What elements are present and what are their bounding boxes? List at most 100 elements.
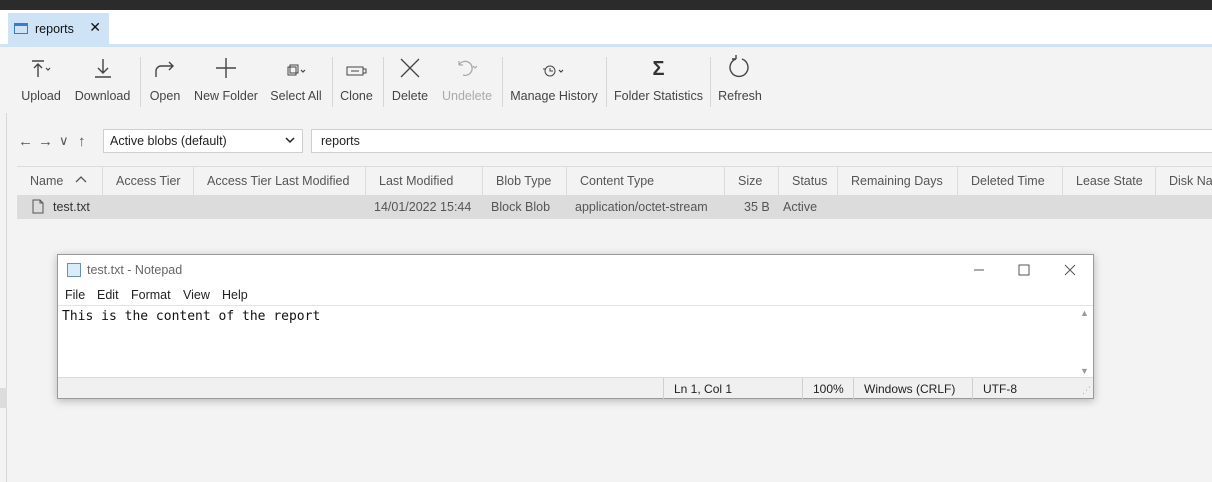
folder-statistics-button[interactable]: Σ Folder Statistics [614, 47, 703, 113]
minimize-button[interactable] [956, 259, 1002, 281]
notepad-title-bar[interactable]: test.txt - Notepad [58, 255, 1093, 285]
upload-button[interactable]: Upload [21, 47, 61, 113]
column-header-disk-name[interactable]: Disk Nam [1156, 167, 1212, 195]
up-arrow-icon[interactable]: ↑ [78, 133, 86, 150]
cell-blob-type: Block Blob [491, 200, 551, 214]
column-header-content-type[interactable]: Content Type [567, 167, 725, 195]
menu-format[interactable]: Format [131, 288, 171, 302]
toolbar-separator [383, 57, 384, 107]
table-row[interactable]: test.txt 14/01/2022 15:44 Block Blob app… [17, 195, 1212, 219]
toolbar-separator [710, 57, 711, 107]
notepad-content: This is the content of the report [62, 309, 321, 324]
blob-filter-value: Active blobs (default) [110, 134, 227, 148]
open-label: Open [149, 89, 181, 103]
delete-button[interactable]: Delete [391, 47, 429, 113]
column-header-access-tier[interactable]: Access Tier [103, 167, 194, 195]
new-folder-button[interactable]: New Folder [194, 47, 258, 113]
path-value: reports [321, 134, 360, 148]
undo-icon [454, 47, 480, 83]
cell-size: 35 B [744, 200, 770, 214]
toolbar-separator [140, 57, 141, 107]
history-icon [541, 47, 567, 83]
upload-label: Upload [21, 89, 61, 103]
plus-icon [215, 47, 237, 83]
delete-label: Delete [391, 89, 429, 103]
close-button[interactable] [1047, 259, 1093, 281]
notepad-menu-bar: File Edit Format View Help [58, 285, 1093, 305]
blob-filter-select[interactable]: Active blobs (default) [103, 129, 303, 153]
menu-file[interactable]: File [65, 288, 85, 302]
toolbar: Upload Download Open New Folder Select A… [0, 47, 1212, 113]
window-top-bar [0, 0, 1212, 10]
path-input[interactable]: reports [311, 129, 1212, 153]
column-header-blob-type[interactable]: Blob Type [483, 167, 567, 195]
notepad-status-bar: Ln 1, Col 1 100% Windows (CRLF) UTF-8 ⋰ [58, 377, 1093, 399]
column-header-label: Name [30, 174, 64, 188]
tab-label: reports [35, 21, 74, 36]
download-button[interactable]: Download [75, 47, 130, 113]
chevron-down-icon [284, 134, 296, 149]
vertical-scrollbar[interactable]: ▲ ▼ [1076, 306, 1093, 378]
status-line-endings: Windows (CRLF) [853, 378, 972, 399]
resize-grip-icon[interactable]: ⋰ [1082, 385, 1091, 396]
download-icon [93, 47, 113, 83]
notepad-window: test.txt - Notepad File Edit Format View… [57, 254, 1094, 399]
tab-strip: reports ✕ [0, 10, 1212, 44]
left-panel-marker [0, 388, 7, 408]
column-header-access-tier-last-modified[interactable]: Access Tier Last Modified [194, 167, 366, 195]
clone-icon [345, 47, 369, 83]
clone-label: Clone [340, 89, 373, 103]
select-all-button[interactable]: Select All [270, 47, 322, 113]
column-header-size[interactable]: Size [725, 167, 779, 195]
cell-name: test.txt [53, 200, 90, 214]
notepad-icon [67, 263, 81, 277]
notepad-text-area[interactable]: This is the content of the report ▲ ▼ [58, 305, 1093, 378]
close-icon[interactable]: ✕ [89, 19, 101, 36]
download-label: Download [74, 89, 131, 103]
cell-last-modified: 14/01/2022 15:44 [374, 200, 472, 214]
new-folder-label: New Folder [194, 89, 258, 103]
status-zoom: 100% [802, 378, 853, 399]
select-all-label: Select All [270, 89, 322, 103]
notepad-title: test.txt - Notepad [87, 263, 183, 277]
manage-history-button[interactable]: Manage History [510, 47, 598, 113]
navigation-row: ← → ∨ ↑ Active blobs (default) reports [0, 128, 1212, 156]
scroll-down-icon[interactable]: ▼ [1080, 366, 1089, 376]
undelete-button[interactable]: Undelete [442, 47, 492, 113]
menu-edit[interactable]: Edit [97, 288, 119, 302]
clone-button[interactable]: Clone [340, 47, 373, 113]
column-header-status[interactable]: Status [779, 167, 838, 195]
column-header-deleted-time[interactable]: Deleted Time [958, 167, 1063, 195]
forward-arrow-icon[interactable]: → [38, 133, 53, 150]
column-header-last-modified[interactable]: Last Modified [366, 167, 483, 195]
delete-icon [399, 47, 421, 83]
cell-content-type: application/octet-stream [575, 200, 708, 214]
folder-statistics-label: Folder Statistics [614, 89, 703, 103]
toolbar-separator [502, 57, 503, 107]
menu-help[interactable]: Help [222, 288, 248, 302]
back-arrow-icon[interactable]: ← [18, 133, 33, 150]
column-header-remaining-days[interactable]: Remaining Days [838, 167, 958, 195]
cell-status: Active [783, 200, 818, 214]
recent-locations-icon[interactable]: ∨ [59, 133, 69, 149]
upload-icon [30, 47, 52, 83]
refresh-icon [728, 47, 752, 83]
toolbar-separator [606, 57, 607, 107]
sigma-icon: Σ [652, 58, 665, 80]
column-header-name[interactable]: Name [17, 167, 103, 195]
menu-view[interactable]: View [183, 288, 210, 302]
open-button[interactable]: Open [149, 47, 181, 113]
status-encoding: UTF-8 [972, 378, 1072, 399]
file-icon [32, 199, 44, 217]
column-header-lease-state[interactable]: Lease State [1063, 167, 1156, 195]
select-all-icon [285, 47, 307, 83]
manage-history-label: Manage History [510, 89, 598, 103]
refresh-button[interactable]: Refresh [718, 47, 762, 113]
toolbar-separator [332, 57, 333, 107]
maximize-button[interactable] [1001, 259, 1047, 281]
scroll-up-icon[interactable]: ▲ [1080, 308, 1089, 318]
container-icon [14, 23, 28, 34]
status-position: Ln 1, Col 1 [663, 378, 802, 399]
tab-reports[interactable]: reports ✕ [8, 13, 109, 44]
open-icon [153, 47, 177, 83]
